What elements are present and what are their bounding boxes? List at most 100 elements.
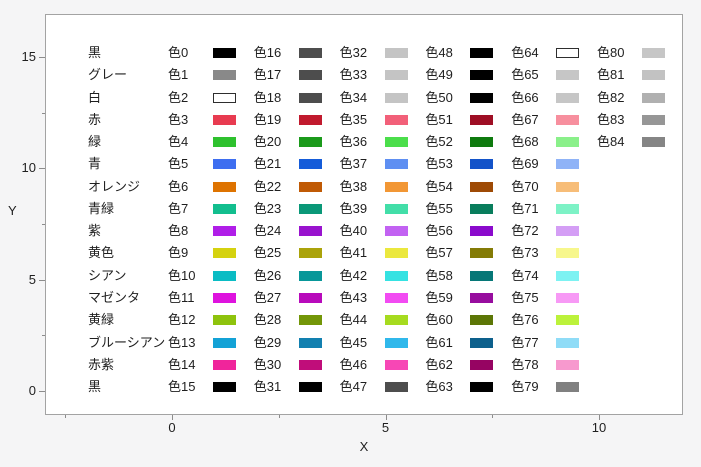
x-minor-tick bbox=[492, 415, 494, 418]
color-index-label: 色25 bbox=[253, 245, 282, 261]
color-index-label: 色9 bbox=[168, 245, 189, 261]
color-swatch bbox=[642, 48, 665, 58]
color-index-label: 色18 bbox=[253, 89, 282, 105]
color-index-label: 色75 bbox=[511, 289, 539, 305]
color-swatch bbox=[298, 226, 322, 237]
color-index-label: 色72 bbox=[511, 223, 539, 239]
color-index-label: 色13 bbox=[168, 334, 196, 350]
color-swatch bbox=[470, 226, 494, 237]
color-index-label: 色8 bbox=[168, 223, 189, 239]
color-swatch bbox=[470, 270, 494, 281]
color-swatch bbox=[556, 337, 580, 348]
color-index-label: 色17 bbox=[253, 67, 282, 83]
y-tick-label: 10 bbox=[21, 160, 36, 176]
color-swatch bbox=[556, 48, 580, 58]
color-swatch bbox=[384, 159, 408, 170]
color-swatch bbox=[298, 337, 322, 348]
color-swatch bbox=[213, 203, 236, 214]
color-swatch bbox=[298, 315, 322, 326]
color-swatch bbox=[470, 114, 494, 125]
color-swatch bbox=[213, 359, 236, 370]
color-swatch bbox=[298, 70, 322, 81]
color-name-label: グレー bbox=[88, 67, 128, 83]
color-swatch bbox=[298, 382, 322, 393]
color-swatch bbox=[298, 203, 322, 214]
color-swatch bbox=[384, 203, 408, 214]
color-swatch bbox=[470, 248, 494, 259]
y-tick-label: 0 bbox=[28, 383, 36, 398]
color-index-label: 色62 bbox=[425, 356, 453, 372]
color-index-label: 色33 bbox=[339, 67, 368, 83]
y-tick-label: 5 bbox=[28, 271, 36, 287]
color-swatch bbox=[384, 114, 408, 125]
color-index-label: 色48 bbox=[425, 45, 453, 60]
color-index-label: 色63 bbox=[425, 379, 453, 395]
color-index-label: 色22 bbox=[253, 178, 282, 194]
color-swatch bbox=[213, 92, 236, 103]
color-swatch bbox=[384, 359, 408, 370]
x-minor-tick bbox=[278, 415, 280, 418]
color-swatch bbox=[298, 359, 322, 370]
figure: Y X 0 5 10 0 5 10 15 黒 色0 色16 色32 色48 色64 色80 グレー 色1 色17… bbox=[0, 0, 701, 467]
color-swatch bbox=[213, 181, 236, 192]
color-index-label: 色32 bbox=[339, 45, 368, 60]
x-axis-label: X bbox=[359, 439, 369, 454]
color-index-label: 色42 bbox=[339, 267, 368, 283]
color-index-label: 色51 bbox=[425, 111, 453, 127]
color-index-label: 色47 bbox=[339, 379, 368, 395]
color-name-label: 赤紫 bbox=[88, 356, 115, 372]
color-index-label: 色20 bbox=[253, 134, 282, 150]
color-index-label: 色10 bbox=[168, 267, 196, 283]
color-name-label: 青 bbox=[88, 156, 102, 172]
color-swatch bbox=[213, 292, 236, 303]
color-index-label: 色78 bbox=[511, 356, 539, 372]
color-index-label: 色11 bbox=[168, 289, 195, 305]
color-swatch bbox=[384, 248, 408, 259]
color-swatch bbox=[556, 248, 580, 259]
color-swatch bbox=[213, 248, 236, 259]
y-minor-tick bbox=[42, 112, 45, 114]
color-index-label: 色23 bbox=[253, 200, 282, 216]
color-index-label: 色16 bbox=[253, 45, 282, 60]
x-tick-label: 10 bbox=[591, 420, 607, 435]
color-index-label: 色15 bbox=[168, 379, 196, 395]
color-swatch bbox=[470, 181, 494, 192]
color-name-label: 青緑 bbox=[88, 200, 115, 216]
color-swatch bbox=[213, 315, 236, 326]
color-index-label: 色38 bbox=[339, 178, 368, 194]
color-swatch bbox=[298, 270, 322, 281]
color-index-label: 色27 bbox=[253, 289, 282, 305]
color-index-label: 色21 bbox=[253, 156, 282, 172]
color-swatch bbox=[470, 70, 494, 81]
color-index-label: 色50 bbox=[425, 89, 453, 105]
color-index-label: 色12 bbox=[168, 312, 196, 328]
color-index-label: 色67 bbox=[511, 111, 539, 127]
color-index-label: 色61 bbox=[425, 334, 453, 350]
color-swatch bbox=[556, 92, 580, 103]
color-name-label: ブルーシアン bbox=[88, 334, 166, 350]
color-index-label: 色76 bbox=[511, 312, 539, 328]
color-index-label: 色14 bbox=[168, 356, 196, 372]
color-index-label: 色53 bbox=[425, 156, 453, 172]
color-swatch bbox=[213, 159, 236, 170]
color-index-label: 色30 bbox=[253, 356, 282, 372]
color-name-label: 黒 bbox=[88, 379, 102, 395]
color-index-label: 色29 bbox=[253, 334, 282, 350]
color-swatch bbox=[384, 48, 408, 58]
color-index-label: 色36 bbox=[339, 134, 368, 150]
color-index-label: 色7 bbox=[168, 200, 189, 216]
color-swatch bbox=[470, 337, 494, 348]
color-index-label: 色65 bbox=[511, 67, 539, 83]
color-swatch bbox=[384, 270, 408, 281]
color-name-label: 紫 bbox=[88, 223, 102, 239]
color-index-label: 色46 bbox=[339, 356, 368, 372]
color-index-label: 色71 bbox=[511, 200, 539, 216]
y-major-tick bbox=[39, 279, 45, 281]
color-swatch bbox=[470, 203, 494, 214]
color-name-label: オレンジ bbox=[88, 178, 141, 194]
color-name-label: 黄緑 bbox=[88, 312, 115, 328]
color-index-label: 色74 bbox=[511, 267, 539, 283]
color-name-label: マゼンタ bbox=[88, 289, 141, 305]
color-swatch bbox=[213, 48, 236, 58]
color-swatch bbox=[384, 382, 408, 393]
